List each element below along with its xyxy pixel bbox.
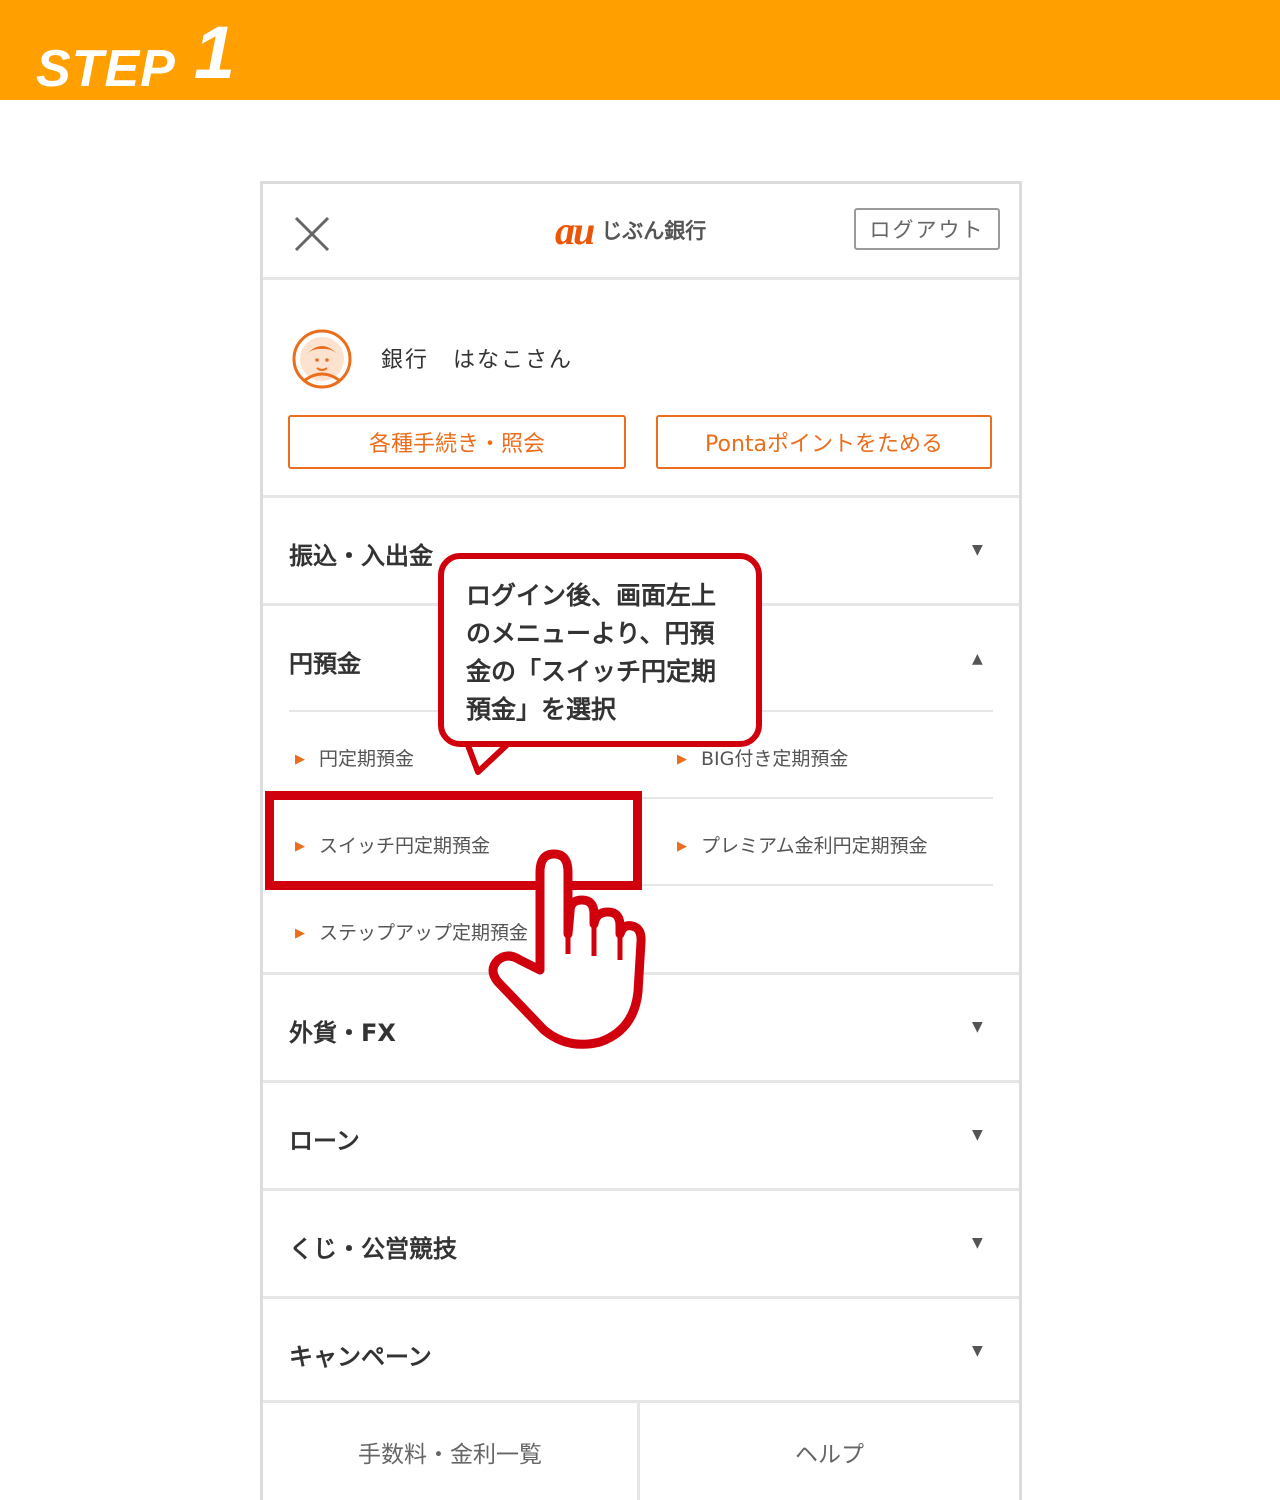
logo-mark: au bbox=[555, 207, 595, 253]
instruction-callout: ログイン後、画面左上 のメニューより、円預 金の「スイッチ円定期 預金」を選択 bbox=[438, 553, 762, 747]
chevron-down-icon: ▼ bbox=[972, 1343, 983, 1359]
step-number: 1 bbox=[193, 11, 235, 94]
app-header: au じぶん銀行 ログアウト bbox=[263, 184, 1019, 280]
submenu-yen-time-deposit[interactable]: ▶ 円定期預金 bbox=[295, 744, 414, 771]
menu-fx-label: 外貨・FX bbox=[289, 1019, 396, 1047]
step-word: STEP bbox=[36, 40, 176, 98]
menu-lottery[interactable]: くじ・公営競技 ▼ bbox=[263, 1191, 1019, 1299]
menu-loan[interactable]: ローン ▼ bbox=[263, 1083, 1019, 1191]
bullet-icon: ▶ bbox=[295, 752, 305, 767]
menu-lottery-label: くじ・公営競技 bbox=[289, 1235, 457, 1263]
logout-button[interactable]: ログアウト bbox=[854, 208, 1000, 250]
ponta-points-button[interactable]: Pontaポイントをためる bbox=[656, 415, 992, 469]
menu-transfer-label: 振込・入出金 bbox=[289, 542, 433, 570]
menu-loan-label: ローン bbox=[289, 1127, 360, 1155]
procedures-button[interactable]: 各種手続き・照会 bbox=[288, 415, 626, 469]
bullet-icon: ▶ bbox=[677, 839, 687, 854]
logo-name: じぶん銀行 bbox=[601, 219, 707, 243]
menu-campaign[interactable]: キャンペーン ▼ bbox=[263, 1299, 1019, 1403]
submenu-big-deposit[interactable]: ▶ BIG付き定期預金 bbox=[677, 744, 848, 771]
callout-line: 金の「スイッチ円定期 bbox=[466, 657, 717, 686]
fees-rates-link[interactable]: 手数料・金利一覧 bbox=[263, 1403, 640, 1500]
callout-line: のメニューより、円預 bbox=[466, 619, 715, 648]
avatar-icon bbox=[292, 329, 352, 389]
close-icon[interactable] bbox=[292, 214, 332, 254]
bullet-icon: ▶ bbox=[677, 752, 687, 767]
pointing-hand-icon bbox=[488, 849, 646, 1049]
bullet-icon: ▶ bbox=[295, 926, 305, 941]
menu-yen-deposit-label[interactable]: 円預金 bbox=[289, 644, 361, 679]
step-banner: STEP 1 bbox=[0, 0, 1280, 100]
chevron-down-icon: ▼ bbox=[972, 1019, 983, 1035]
chevron-up-icon[interactable]: ▲ bbox=[972, 651, 983, 667]
step-label: STEP 1 bbox=[36, 11, 235, 103]
help-link[interactable]: ヘルプ bbox=[640, 1403, 1019, 1500]
menu-campaign-label: キャンペーン bbox=[289, 1343, 432, 1371]
submenu-premium-deposit[interactable]: ▶ プレミアム金利円定期預金 bbox=[677, 831, 928, 858]
callout-line: 預金」を選択 bbox=[466, 695, 617, 724]
profile-section: 銀行 はなこさん 各種手続き・照会 Pontaポイントをためる bbox=[263, 280, 1019, 498]
chevron-down-icon: ▼ bbox=[972, 1235, 983, 1251]
callout-line: ログイン後、画面左上 bbox=[466, 581, 717, 610]
chevron-down-icon: ▼ bbox=[972, 542, 983, 558]
user-name: 銀行 はなこさん bbox=[381, 348, 574, 373]
chevron-down-icon: ▼ bbox=[972, 1127, 983, 1143]
bank-logo: au じぶん銀行 bbox=[555, 207, 707, 253]
